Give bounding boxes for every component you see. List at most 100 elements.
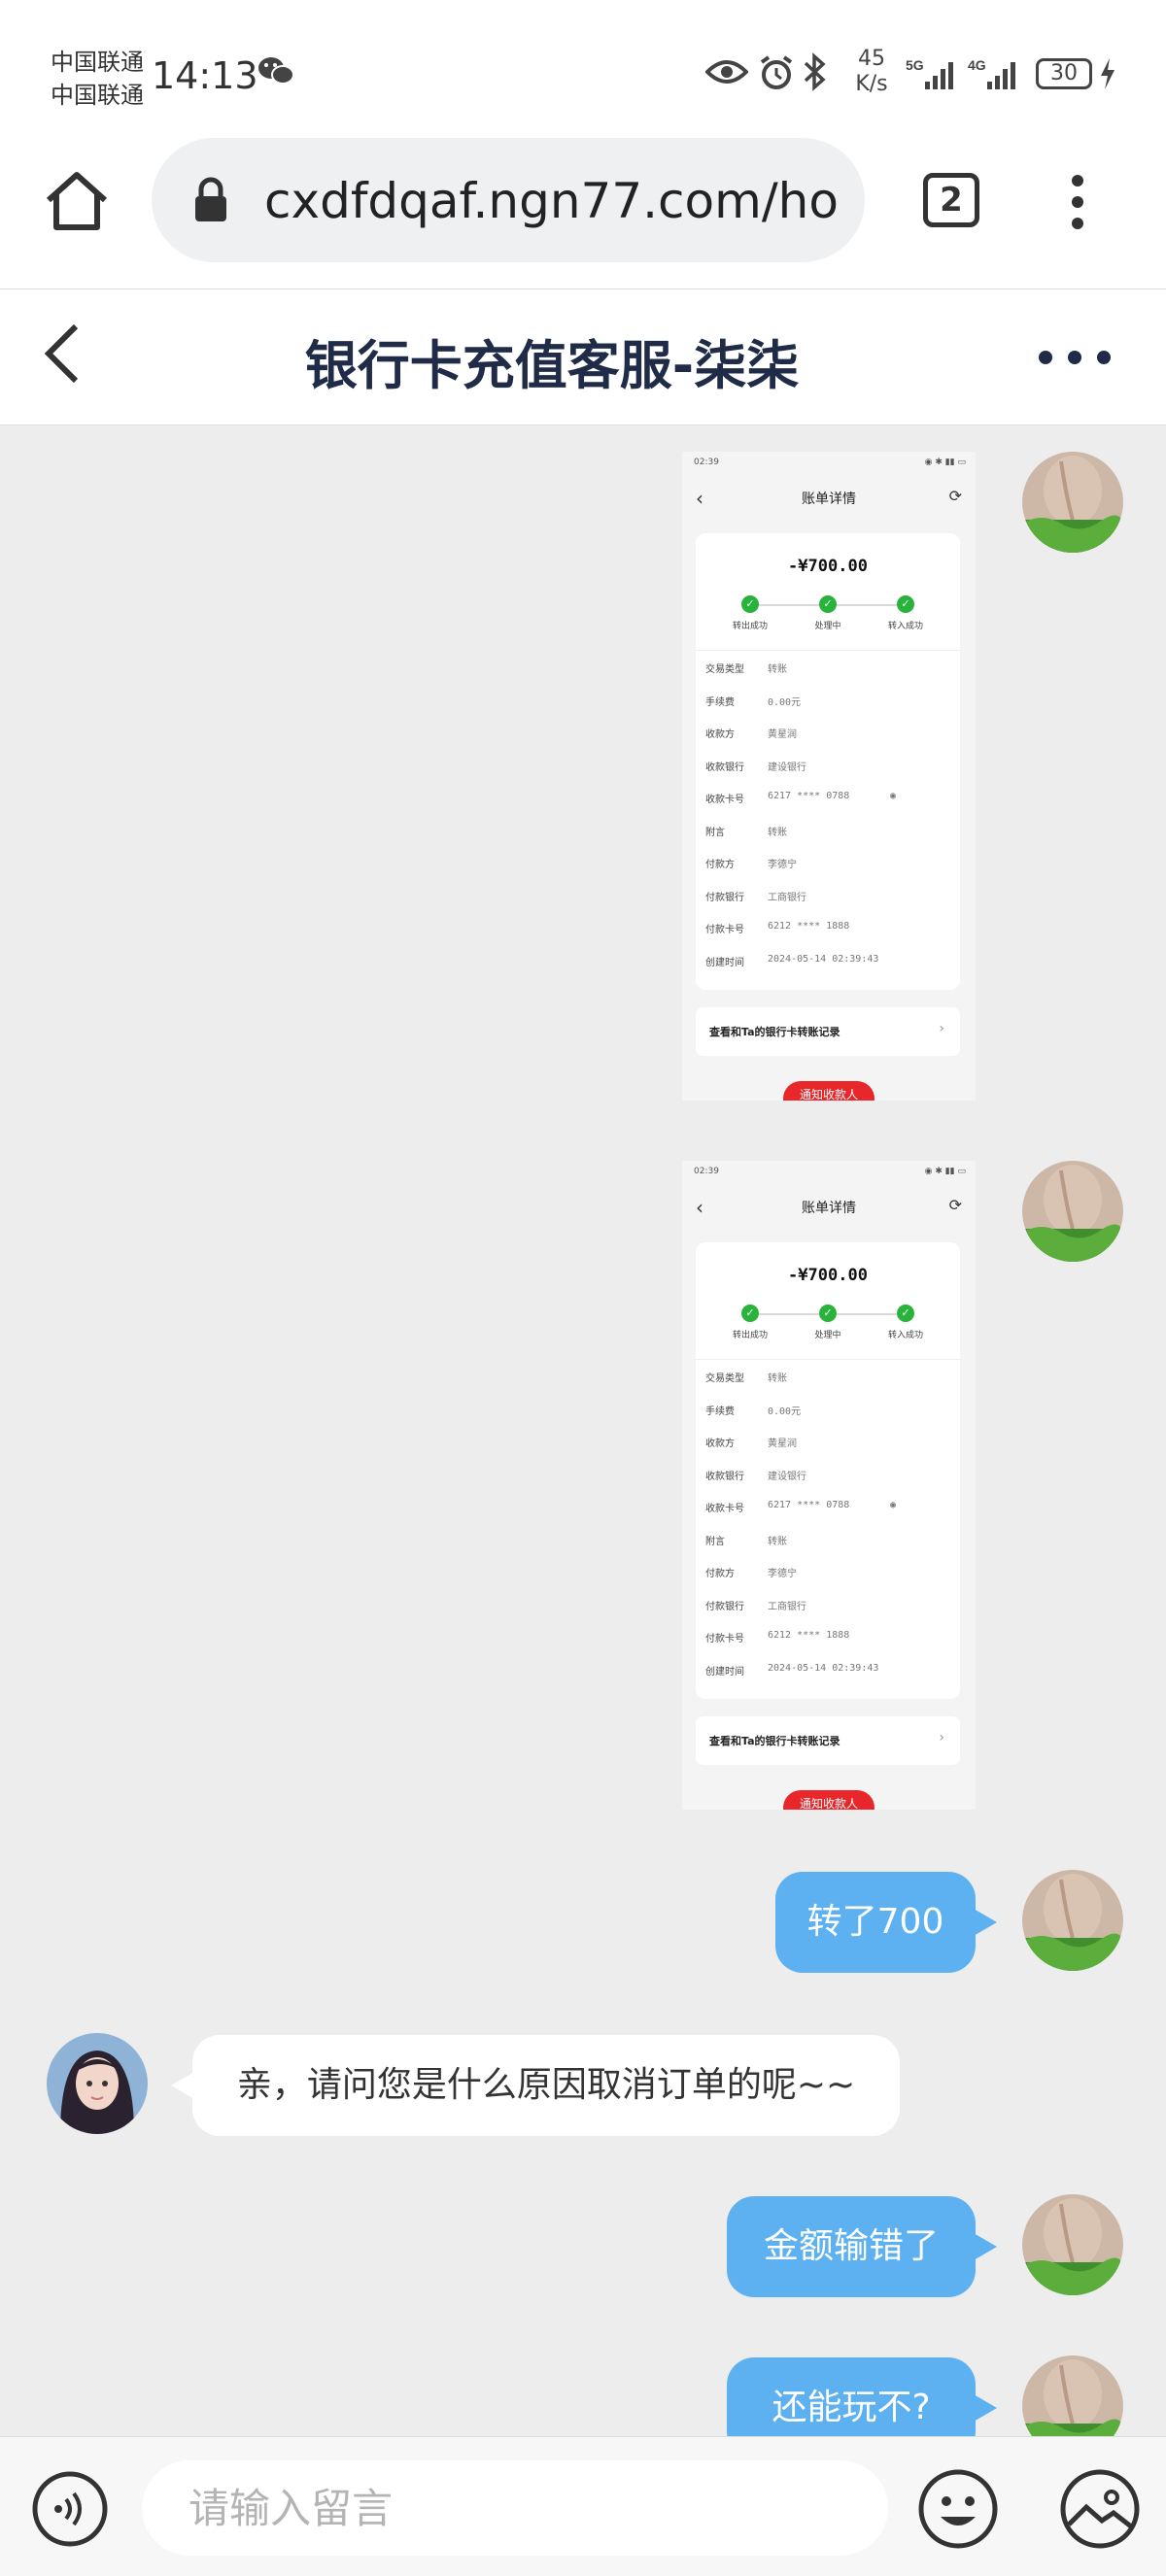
row-key: 收款方 (705, 729, 735, 740)
image-button[interactable] (1059, 2468, 1141, 2554)
voice-button[interactable] (31, 2470, 109, 2552)
message-input[interactable] (142, 2460, 888, 2556)
receipt-title: 账单详情 (802, 491, 856, 507)
receipt-row: 附言 转账 (696, 814, 960, 847)
chat-more-button[interactable] (1036, 348, 1114, 371)
step-label: 转出成功 (732, 622, 768, 631)
browser-toolbar: cxdfdqaf.ngn77.com/ho 2 (0, 136, 1166, 289)
receipt-service-icon: ⟳ (948, 1196, 962, 1214)
row-key: 交易类型 (705, 1373, 744, 1384)
receipt-row: 收款银行 建设银行 (696, 749, 960, 782)
signal-5g-icon: 5G (906, 56, 962, 95)
receipt-amount: -¥700.00 (788, 1266, 868, 1285)
receipt-row: 付款卡号 6212 **** 1888 (696, 1620, 960, 1653)
chat-header: 银行卡充值客服-柒柒 (0, 289, 1166, 425)
row-value: 李德宁 (768, 860, 797, 870)
notify-payee-button: 通知收款人 (783, 1790, 874, 1810)
row-value: 转账 (768, 664, 787, 675)
address-bar[interactable]: cxdfdqaf.ngn77.com/ho (152, 138, 865, 262)
receipt-row: 手续费 0.00元 (696, 684, 960, 717)
row-value: 0.00元 (768, 1406, 802, 1417)
message-bubble-right[interactable]: 金额输错了 (727, 2196, 997, 2297)
speed-unit: K/s (855, 72, 888, 96)
row-key: 附言 (705, 1536, 725, 1547)
row-key: 收款卡号 (705, 1504, 744, 1514)
receipt-row: 交易类型 转账 (696, 1360, 960, 1393)
row-key: 手续费 (705, 1406, 735, 1417)
user-avatar[interactable] (1022, 2356, 1123, 2436)
receipt-progress: ✓ ✓ ✓ 转出成功 处理中 转入成功 (696, 595, 960, 634)
row-value: 黄星润 (768, 1439, 797, 1449)
row-value: 2024-05-14 02:39:43 (768, 1662, 879, 1674)
eye-icon (704, 58, 749, 89)
receipt-amount: -¥700.00 (788, 557, 868, 576)
network-speed: 45 K/s (847, 47, 896, 97)
receipt-image-1[interactable]: 02:39 ◉ ✱ ▮▮ ▭ ‹ 账单详情 ⟳ -¥700.00 ✓ ✓ ✓ 转… (682, 452, 976, 1101)
receipt-row: 付款卡号 6212 **** 1888 (696, 911, 960, 944)
more-menu-button[interactable] (1067, 173, 1088, 235)
receipt-card: -¥700.00 ✓ ✓ ✓ 转出成功 处理中 转入成功 交易类型 转账 手续费 0… (696, 1242, 960, 1699)
user-avatar[interactable] (1022, 452, 1123, 553)
charging-icon (1098, 56, 1117, 95)
row-value: 建设银行 (768, 1471, 806, 1482)
receipt-progress: ✓ ✓ ✓ 转出成功 处理中 转入成功 (696, 1305, 960, 1343)
link-text: 查看和Ta的银行卡转账记录 (709, 1026, 840, 1038)
status-time: 14:13 (152, 54, 258, 97)
receipt-row: 交易类型 转账 (696, 651, 960, 684)
emoji-button[interactable] (917, 2468, 999, 2554)
receipt-title: 账单详情 (802, 1201, 856, 1216)
row-value: 2024-05-14 02:39:43 (768, 953, 879, 965)
lock-icon (192, 177, 229, 227)
step-label: 转入成功 (887, 1331, 923, 1340)
row-key: 付款卡号 (705, 925, 744, 935)
row-key: 交易类型 (705, 664, 744, 675)
row-value: 工商银行 (768, 1601, 806, 1612)
row-key: 手续费 (705, 696, 735, 708)
speed-value: 45 (858, 47, 885, 71)
check-icon: ✓ (819, 1305, 837, 1322)
step-label: 转入成功 (887, 622, 923, 631)
row-key: 附言 (705, 827, 725, 838)
receipt-row: 付款银行 工商银行 (696, 1588, 960, 1621)
message-list[interactable]: 02:39 ◉ ✱ ▮▮ ▭ ‹ 账单详情 ⟳ -¥700.00 ✓ ✓ ✓ 转… (0, 426, 1166, 2436)
receipt-service-icon: ⟳ (948, 487, 962, 505)
mini-status-icons: ◉ ✱ ▮▮ ▭ (924, 1167, 966, 1176)
message-bubble-left[interactable]: 亲，请问您是什么原因取消订单的呢~~ (171, 2035, 900, 2136)
row-value: 6217 **** 0788 (768, 791, 850, 801)
receipt-card: -¥700.00 ✓ ✓ ✓ 转出成功 处理中 转入成功 交易类型 转账 手续费 0… (696, 533, 960, 990)
svg-text:4G: 4G (968, 57, 986, 73)
agent-avatar[interactable] (47, 2033, 148, 2134)
row-value: 黄星润 (768, 729, 797, 740)
row-key: 收款银行 (705, 762, 744, 773)
notify-payee-button: 通知收款人 (783, 1081, 874, 1101)
mini-status-icons: ◉ ✱ ▮▮ ▭ (924, 458, 966, 467)
row-value: 转账 (768, 1536, 787, 1547)
step-label: 处理中 (814, 1331, 841, 1340)
row-key: 付款银行 (705, 1601, 744, 1612)
chevron-right-icon: › (939, 1730, 944, 1746)
message-bubble-right[interactable]: 还能玩不? (727, 2357, 997, 2436)
row-key: 收款方 (705, 1439, 735, 1449)
row-value: 0.00元 (768, 696, 802, 708)
receipt-row: 付款方 李德宁 (696, 1555, 960, 1588)
message-bubble-right[interactable]: 转了700 (775, 1872, 997, 1973)
user-avatar[interactable] (1022, 2194, 1123, 2295)
user-avatar[interactable] (1022, 1161, 1123, 1262)
home-button[interactable] (43, 169, 111, 237)
row-key: 创建时间 (705, 957, 744, 968)
receipt-row: 付款方 李德宁 (696, 846, 960, 879)
signal-4g-icon: 4G (968, 56, 1024, 95)
check-icon: ✓ (741, 1305, 759, 1322)
row-key: 付款方 (705, 1569, 735, 1579)
receipt-image-2[interactable]: 02:39 ◉ ✱ ▮▮ ▭ ‹ 账单详情 ⟳ -¥700.00 ✓ ✓ ✓ 转… (682, 1161, 976, 1810)
step-label: 转出成功 (732, 1331, 768, 1340)
row-value: 建设银行 (768, 762, 806, 773)
mini-status-time: 02:39 (694, 1167, 719, 1176)
tab-switcher-button[interactable]: 2 (923, 173, 979, 227)
row-key: 收款卡号 (705, 795, 744, 805)
row-value: 6217 **** 0788 (768, 1500, 850, 1510)
user-avatar[interactable] (1022, 1870, 1123, 1971)
receipt-row: 付款银行 工商银行 (696, 879, 960, 912)
check-icon: ✓ (819, 595, 837, 613)
row-key: 收款银行 (705, 1471, 744, 1482)
